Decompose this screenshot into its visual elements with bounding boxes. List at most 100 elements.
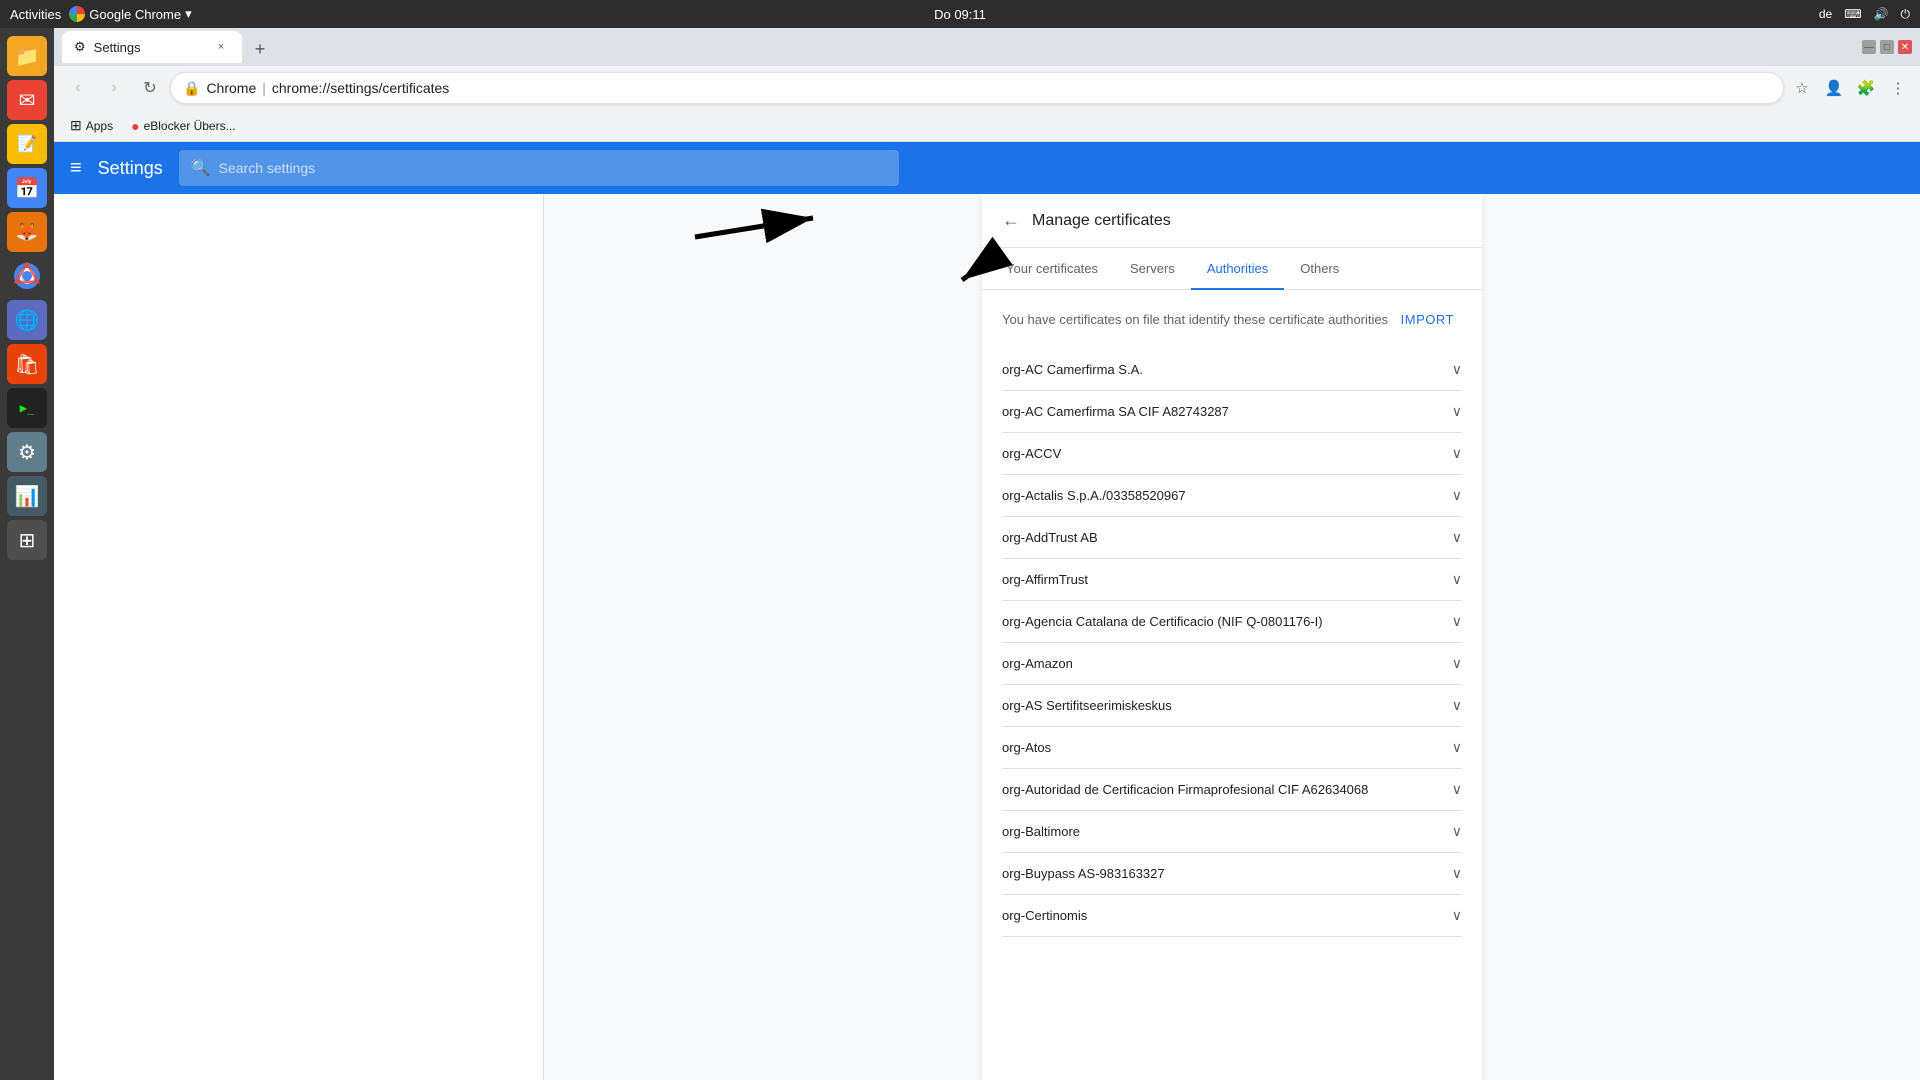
- cert-item-9[interactable]: org-Atos ∨: [1002, 727, 1462, 769]
- address-bar[interactable]: 🔒 Chrome | chrome://settings/certificate…: [170, 72, 1784, 104]
- cert-name-3: org-Actalis S.p.A./03358520967: [1002, 488, 1186, 503]
- cert-name-9: org-Atos: [1002, 740, 1051, 755]
- tab-your-certificates[interactable]: Your certificates: [990, 249, 1114, 290]
- cert-item-8[interactable]: org-AS Sertifitseerimiskeskus ∨: [1002, 685, 1462, 727]
- cert-item-3[interactable]: org-Actalis S.p.A./03358520967 ∨: [1002, 475, 1462, 517]
- keyboard-icon: ⌨: [1844, 7, 1861, 21]
- settings-page: ≡ Settings 🔍 ← Manage certificates: [54, 142, 1920, 1080]
- cert-item-2[interactable]: org-ACCV ∨: [1002, 433, 1462, 475]
- cert-chevron-5: ∨: [1452, 571, 1462, 588]
- cert-chevron-9: ∨: [1452, 739, 1462, 756]
- maximize-button[interactable]: □: [1880, 40, 1894, 54]
- cert-item-10[interactable]: org-Autoridad de Certificacion Firmaprof…: [1002, 769, 1462, 811]
- secure-icon: 🔒: [183, 80, 200, 97]
- cert-item-5[interactable]: org-AffirmTrust ∨: [1002, 559, 1462, 601]
- mail-icon[interactable]: ✉: [7, 80, 47, 120]
- terminal-icon[interactable]: ▶_: [7, 388, 47, 428]
- search-settings-icon: 🔍: [191, 158, 211, 178]
- tab-servers[interactable]: Servers: [1114, 249, 1191, 290]
- firefox-icon[interactable]: 🦊: [7, 212, 47, 252]
- chrome-favicon-small: [69, 6, 85, 22]
- cert-name-12: org-Buypass AS-983163327: [1002, 866, 1165, 881]
- import-button[interactable]: IMPORT: [1393, 306, 1462, 333]
- audio-icon[interactable]: 🔊: [1874, 7, 1889, 21]
- cert-chevron-4: ∨: [1452, 529, 1462, 546]
- manage-certificates-panel: ← Manage certificates Your certificates …: [982, 194, 1482, 1080]
- cert-chevron-8: ∨: [1452, 697, 1462, 714]
- new-tab-button[interactable]: +: [246, 35, 274, 63]
- cert-description-row: You have certificates on file that ident…: [1002, 306, 1462, 333]
- vpn-icon[interactable]: 🌐: [7, 300, 47, 340]
- cert-chevron-10: ∨: [1452, 781, 1462, 798]
- files-icon[interactable]: 📁: [7, 36, 47, 76]
- extensions-button[interactable]: 🧩: [1852, 74, 1880, 102]
- all-apps-icon[interactable]: ⊞: [7, 520, 47, 560]
- cert-chevron-12: ∨: [1452, 865, 1462, 882]
- minimize-button[interactable]: —: [1862, 40, 1876, 54]
- profile-button[interactable]: 👤: [1820, 74, 1848, 102]
- cert-name-11: org-Baltimore: [1002, 824, 1080, 839]
- tab-close-button[interactable]: ×: [212, 38, 230, 56]
- cert-name-7: org-Amazon: [1002, 656, 1073, 671]
- cert-name-5: org-AffirmTrust: [1002, 572, 1088, 587]
- eblocker-icon: ●: [131, 118, 139, 134]
- bookmark-star-button[interactable]: ☆: [1788, 74, 1816, 102]
- cert-item-7[interactable]: org-Amazon ∨: [1002, 643, 1462, 685]
- cert-item-6[interactable]: org-Agencia Catalana de Certificacio (NI…: [1002, 601, 1462, 643]
- calendar-icon[interactable]: 📅: [7, 168, 47, 208]
- cert-item-0[interactable]: org-AC Camerfirma S.A. ∨: [1002, 349, 1462, 391]
- settings-tab[interactable]: ⚙ Settings ×: [62, 31, 242, 63]
- application-dock: 📁 ✉ 📝 📅 🦊 🌐 🛍 ▶_ ⚙ 📊 ⊞: [0, 28, 54, 1080]
- settings-blue-header: ≡ Settings 🔍: [54, 142, 1920, 194]
- os-clock: Do 09:11: [934, 7, 986, 22]
- cert-chevron-2: ∨: [1452, 445, 1462, 462]
- power-icon[interactable]: ⏻: [1901, 7, 1911, 22]
- address-separator: |: [262, 80, 266, 96]
- settings-search-bar[interactable]: 🔍: [179, 150, 899, 186]
- cert-item-1[interactable]: org-AC Camerfirma SA CIF A82743287 ∨: [1002, 391, 1462, 433]
- navigation-bar: ‹ › ↻ 🔒 Chrome | chrome://settings/certi…: [54, 66, 1920, 110]
- panel-header: ← Manage certificates: [982, 194, 1482, 248]
- system-settings-icon[interactable]: ⚙: [7, 432, 47, 472]
- cert-name-0: org-AC Camerfirma S.A.: [1002, 362, 1143, 377]
- cert-chevron-0: ∨: [1452, 361, 1462, 378]
- notes-icon[interactable]: 📝: [7, 124, 47, 164]
- bookmark-eblocker[interactable]: ● eBlocker Übers...: [123, 114, 244, 138]
- search-settings-input[interactable]: [219, 160, 887, 176]
- activities-label[interactable]: Activities: [10, 7, 61, 22]
- cert-name-13: org-Certinomis: [1002, 908, 1087, 923]
- chrome-icon[interactable]: [7, 256, 47, 296]
- cert-item-13[interactable]: org-Certinomis ∨: [1002, 895, 1462, 937]
- eblocker-bookmark-label: eBlocker Übers...: [144, 119, 236, 133]
- close-button[interactable]: ✕: [1898, 40, 1912, 54]
- browser-menu-button[interactable]: ⋮: [1884, 74, 1912, 102]
- cert-name-10: org-Autoridad de Certificacion Firmaprof…: [1002, 782, 1368, 797]
- chrome-indicator: Google Chrome ▾: [69, 6, 191, 22]
- panel-title: Manage certificates: [1032, 212, 1171, 230]
- cert-name-8: org-AS Sertifitseerimiskeskus: [1002, 698, 1172, 713]
- settings-hamburger-icon[interactable]: ≡: [70, 157, 82, 180]
- certificate-content: You have certificates on file that ident…: [982, 290, 1482, 953]
- keyboard-layout-indicator[interactable]: de: [1819, 7, 1832, 21]
- bookmarks-bar: ⊞ Apps ● eBlocker Übers...: [54, 110, 1920, 142]
- title-bar: ⚙ Settings × + — □ ✕: [54, 28, 1920, 66]
- cert-item-12[interactable]: org-Buypass AS-983163327 ∨: [1002, 853, 1462, 895]
- back-button[interactable]: ‹: [62, 72, 94, 104]
- cert-name-4: org-AddTrust AB: [1002, 530, 1098, 545]
- cert-item-4[interactable]: org-AddTrust AB ∨: [1002, 517, 1462, 559]
- address-path: chrome://settings/certificates: [272, 80, 449, 96]
- bookmark-apps[interactable]: ⊞ Apps: [62, 113, 121, 138]
- reload-button[interactable]: ↻: [134, 72, 166, 104]
- stats-icon[interactable]: 📊: [7, 476, 47, 516]
- forward-button[interactable]: ›: [98, 72, 130, 104]
- cert-chevron-3: ∨: [1452, 487, 1462, 504]
- cert-item-11[interactable]: org-Baltimore ∨: [1002, 811, 1462, 853]
- os-app-name: Google Chrome: [89, 7, 181, 22]
- cert-name-6: org-Agencia Catalana de Certificacio (NI…: [1002, 614, 1323, 629]
- software-store-icon[interactable]: 🛍: [7, 344, 47, 384]
- browser-window: ⚙ Settings × + — □ ✕ ‹ › ↻ 🔒 Chrome | ch…: [54, 28, 1920, 1080]
- tab-others[interactable]: Others: [1284, 249, 1355, 290]
- panel-back-button[interactable]: ←: [1002, 210, 1020, 231]
- cert-chevron-7: ∨: [1452, 655, 1462, 672]
- tab-authorities[interactable]: Authorities: [1191, 249, 1284, 290]
